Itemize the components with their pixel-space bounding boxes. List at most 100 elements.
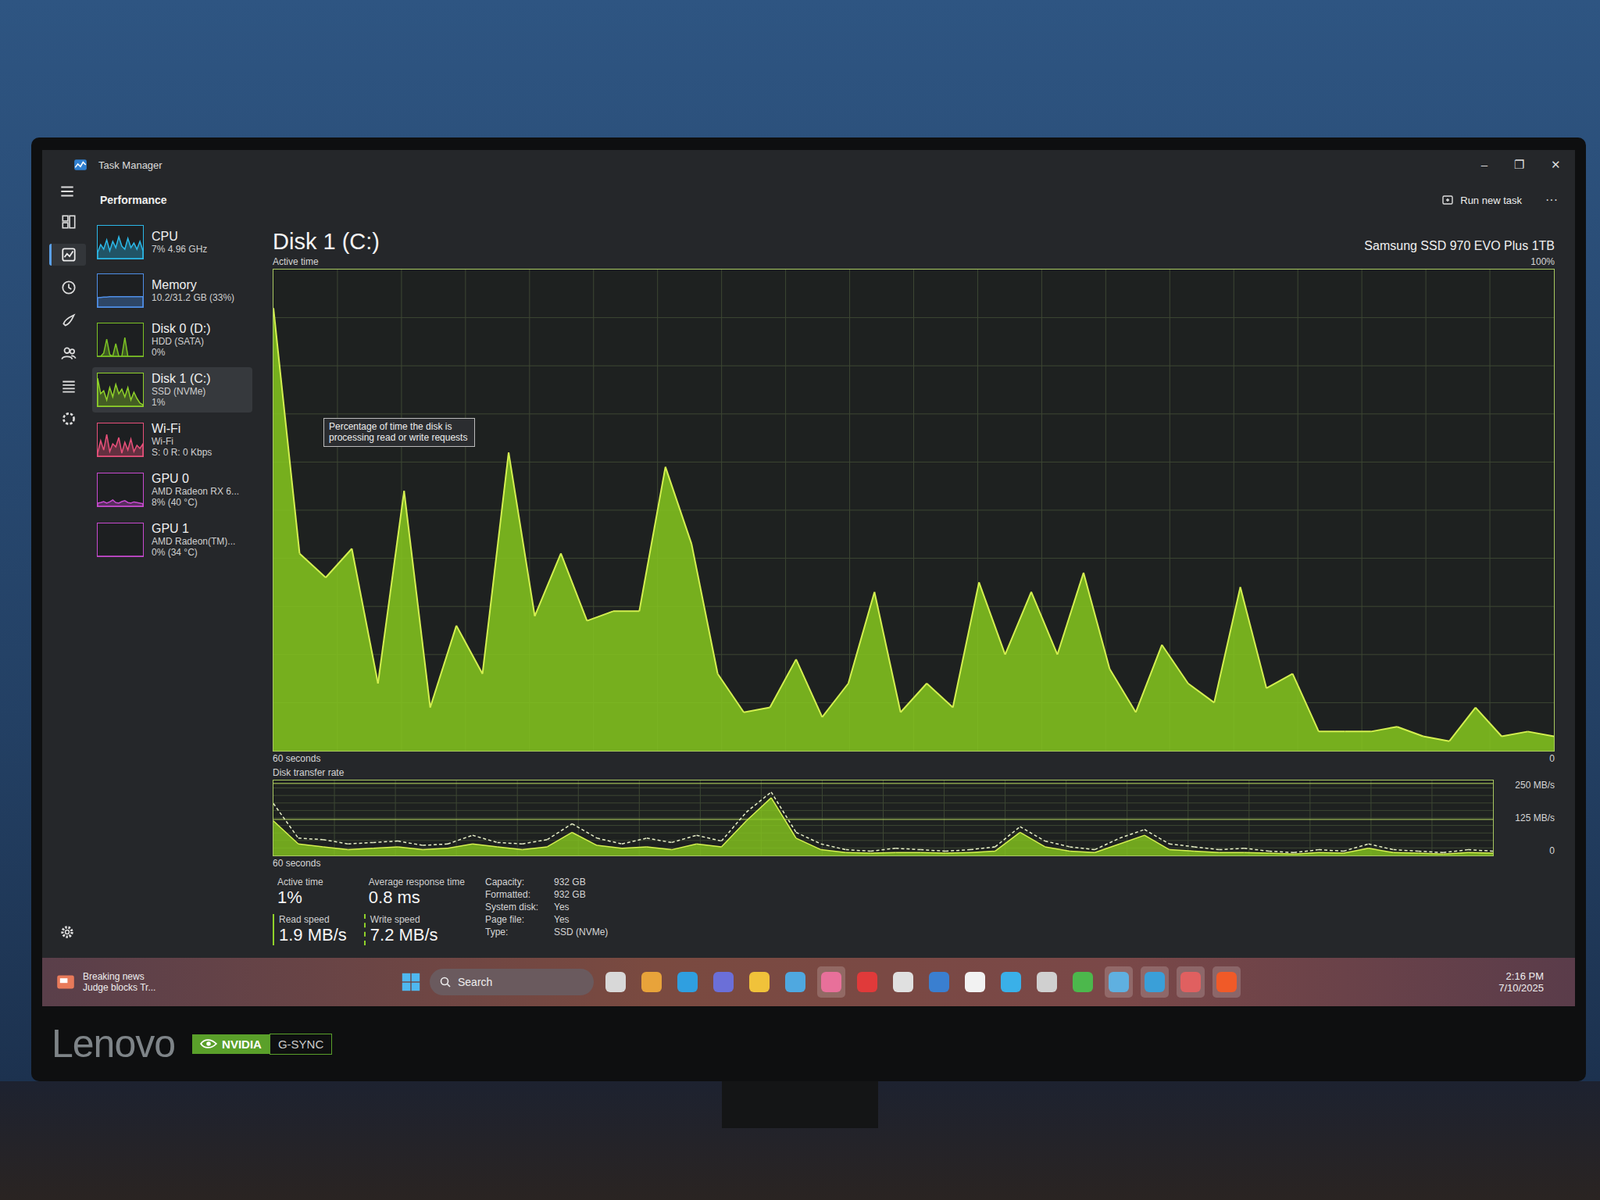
taskbar-app[interactable] <box>1176 966 1205 998</box>
taskbar-app[interactable] <box>637 966 666 998</box>
settings-gear-icon[interactable] <box>58 923 76 941</box>
taskbar-app[interactable] <box>673 966 702 998</box>
read-line <box>1417 853 1443 854</box>
clock[interactable]: 2:16 PM 7/10/2025 <box>1498 970 1544 994</box>
write-line <box>323 839 349 845</box>
taskbar-app[interactable] <box>1032 966 1061 998</box>
write-line <box>621 838 647 844</box>
taskbar-app[interactable] <box>853 966 882 998</box>
title-bar: Task Manager –❐✕ <box>42 150 1575 180</box>
taskbar-app[interactable] <box>996 966 1025 998</box>
run-new-task-button[interactable]: Run new task <box>1441 193 1522 207</box>
performance-icon <box>60 246 78 264</box>
news-widget[interactable]: Breaking news Judge blocks Tr... <box>56 971 400 993</box>
read-line <box>671 843 697 850</box>
taskbar-app[interactable] <box>925 966 954 998</box>
resource-item[interactable]: GPU 0 AMD Radeon RX 6... 8% (40 °C) <box>92 467 253 513</box>
taskbar-app[interactable] <box>1140 966 1169 998</box>
resource-item[interactable]: Memory 10.2/31.2 GB (33%) <box>92 268 253 313</box>
resource-detail: 7% 4.96 GHz <box>151 243 208 255</box>
monitor: Task Manager –❐✕ Performance Run new tas… <box>31 137 1586 1082</box>
resource-value: 1% <box>151 396 211 408</box>
resource-item[interactable]: Disk 0 (D:) HDD (SATA) 0% <box>92 317 253 363</box>
resource-item[interactable]: CPU 7% 4.96 GHz <box>92 220 253 265</box>
search-box[interactable]: Search <box>429 968 594 996</box>
active-time-line <box>403 490 430 708</box>
taskbar-app[interactable] <box>1068 966 1097 998</box>
active-time-line <box>1475 707 1502 737</box>
photo-scene: Task Manager –❐✕ Performance Run new tas… <box>0 0 1600 1200</box>
chart-max-label: 100% <box>1530 256 1555 268</box>
read-line <box>1442 852 1468 854</box>
resource-detail: SSD (NVMe) <box>151 385 211 397</box>
nav-rail-item[interactable] <box>49 309 86 332</box>
app-icon <box>605 971 626 993</box>
processes-icon <box>60 213 78 231</box>
menu-icon[interactable] <box>58 182 76 200</box>
property-label: Page file: <box>485 914 539 925</box>
nav-rail-item[interactable] <box>49 375 86 397</box>
read-line <box>771 797 797 839</box>
write-line <box>821 843 847 850</box>
read-line <box>796 838 822 850</box>
read-line <box>995 832 1021 851</box>
resource-sparkline <box>96 472 144 508</box>
property-label: System disk: <box>485 901 539 913</box>
write-line <box>1219 848 1245 850</box>
taskbar-app[interactable] <box>781 966 810 998</box>
resource-item[interactable]: GPU 1 AMD Radeon(TM)... 0% (34 °C) <box>92 517 253 563</box>
nav-rail-item[interactable] <box>49 407 86 430</box>
app-icon <box>1072 971 1093 993</box>
write-line <box>1119 829 1145 839</box>
window-control-button[interactable]: ❐ <box>1514 157 1525 172</box>
nav-rail-item[interactable] <box>49 276 86 299</box>
start-windows-icon[interactable] <box>400 971 422 993</box>
resource-name: Disk 1 (C:) <box>151 371 211 386</box>
chart-tick: 250 MB/s <box>1514 779 1555 791</box>
write-line <box>646 838 672 843</box>
active-time-line <box>1057 572 1083 655</box>
write-line <box>348 842 374 844</box>
read-line <box>1467 852 1493 854</box>
active-time-line <box>351 548 378 683</box>
chart-label: Active time <box>272 256 319 268</box>
taskbar-app[interactable] <box>1104 966 1133 998</box>
resource-item[interactable]: Wi-Fi Wi-Fi S: 0 R: 0 Kbps <box>92 417 253 463</box>
stat-label: Write speed <box>370 914 465 925</box>
taskbar-app[interactable] <box>1212 966 1241 998</box>
more-button[interactable]: ··· <box>1545 192 1558 208</box>
taskbar-app[interactable] <box>601 966 630 998</box>
window-control-button[interactable]: – <box>1481 157 1488 172</box>
write-line <box>871 848 897 852</box>
nav-rail-item[interactable] <box>49 342 86 365</box>
read-line <box>472 843 498 847</box>
read-line <box>397 846 423 850</box>
active-time-line <box>1109 668 1136 712</box>
stat-value: 1.9 MB/s <box>278 925 347 946</box>
read-line <box>546 832 572 847</box>
write-line <box>995 826 1021 847</box>
nav-rail-item[interactable] <box>49 210 86 233</box>
resource-detail: Wi-Fi <box>151 435 212 447</box>
disk-properties: Capacity: 932 GBFormatted: 932 GBSystem … <box>485 876 608 946</box>
active-time-line <box>717 673 744 712</box>
active-time-line <box>1161 644 1188 683</box>
taskbar-app[interactable] <box>817 966 846 998</box>
taskbar-app[interactable] <box>709 966 738 998</box>
write-line <box>1467 850 1493 852</box>
resource-item[interactable]: Disk 1 (C:) SSD (NVMe) 1% <box>92 367 253 413</box>
details-icon <box>60 377 78 395</box>
read-line <box>323 846 349 850</box>
taskbar-app[interactable] <box>745 966 774 998</box>
stat: Write speed 7.2 MB/s <box>364 914 465 946</box>
read-line <box>522 846 548 850</box>
active-time-line <box>848 592 875 684</box>
write-line <box>522 839 548 845</box>
taskbar-app[interactable] <box>960 966 990 998</box>
nav-rail-item[interactable] <box>49 243 86 266</box>
taskbar-app[interactable] <box>889 966 918 998</box>
transfer-rate-chart <box>272 779 1494 857</box>
app-icon <box>1000 971 1022 993</box>
active-time-line <box>639 467 665 612</box>
window-control-button[interactable]: ✕ <box>1550 157 1561 172</box>
